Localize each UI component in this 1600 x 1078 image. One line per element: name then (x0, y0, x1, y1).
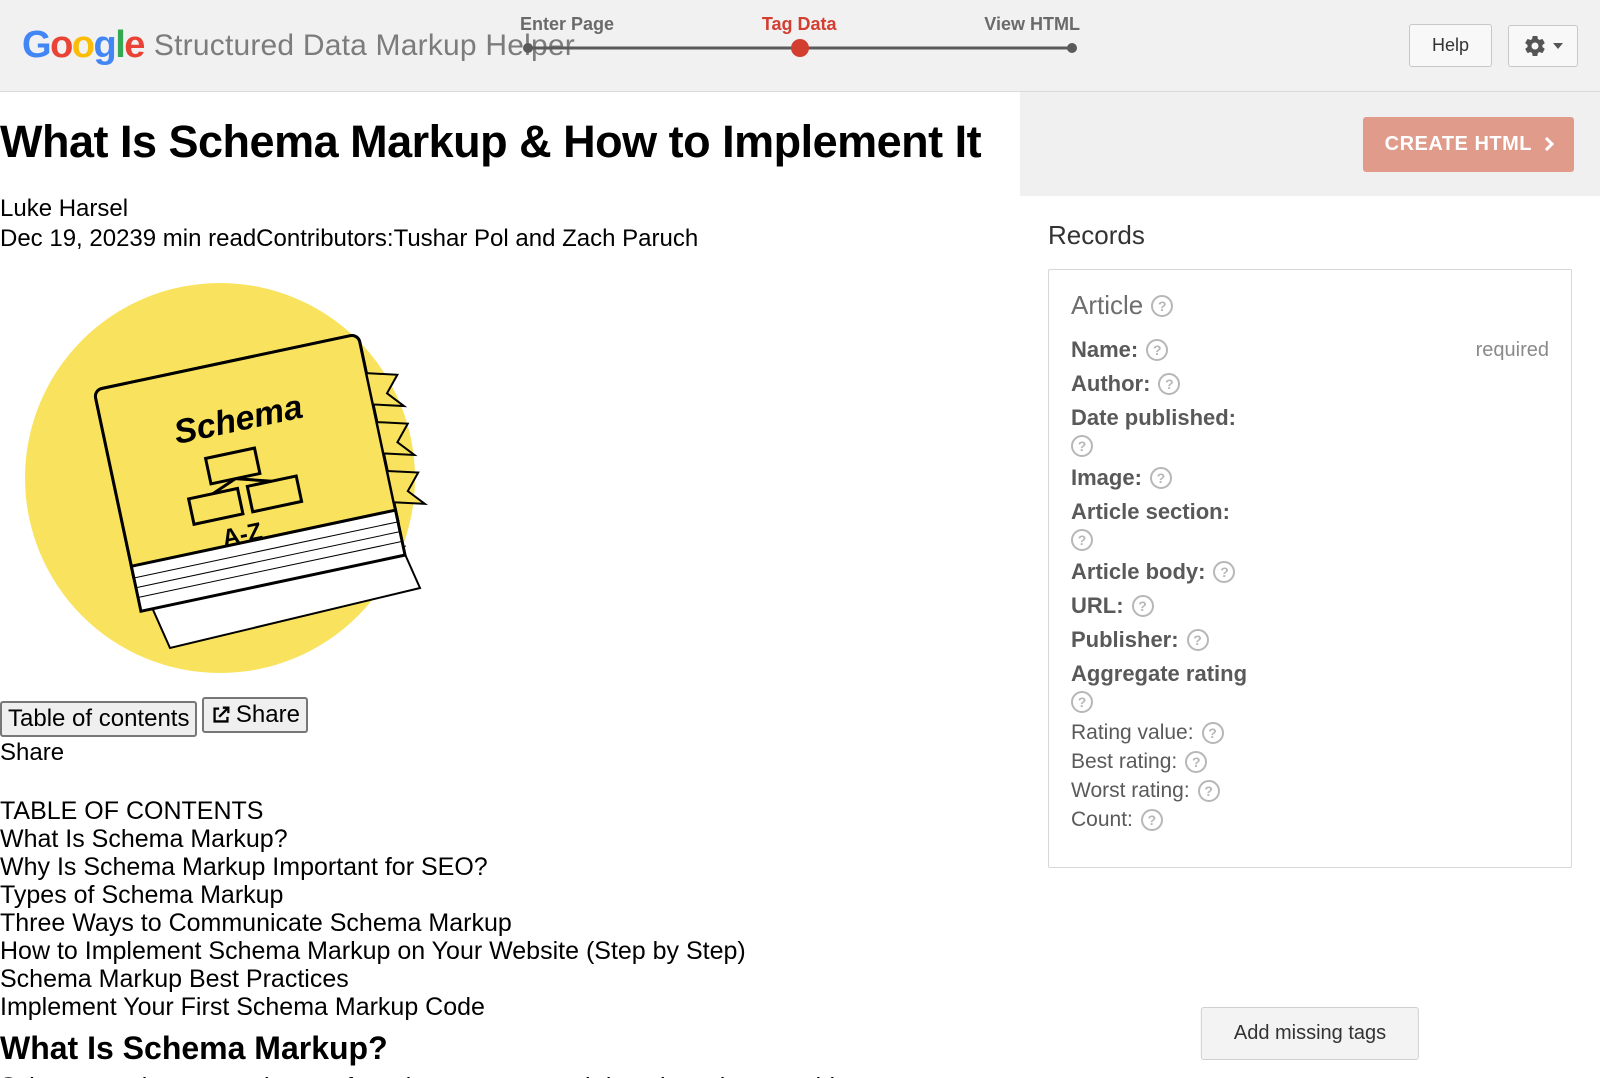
step-dot-3 (1067, 43, 1077, 53)
field-article-body[interactable]: Article body:? (1071, 559, 1549, 585)
help-icon[interactable]: ? (1158, 373, 1180, 395)
field-best-rating[interactable]: Best rating:? (1071, 750, 1549, 774)
help-icon[interactable]: ? (1198, 780, 1220, 802)
content-pane[interactable]: What Is Schema Markup & How to Implement… (0, 92, 1020, 1078)
field-worst-rating[interactable]: Worst rating:? (1071, 779, 1549, 803)
step-tag-data[interactable]: Tag Data (762, 14, 837, 35)
field-count[interactable]: Count:? (1071, 808, 1549, 832)
record-card: Article ? Name:? required Author:? Date … (1048, 269, 1572, 868)
field-author[interactable]: Author:? (1071, 371, 1549, 397)
toc-item[interactable]: How to Implement Schema Markup on Your W… (0, 937, 1020, 965)
field-rating-value[interactable]: Rating value:? (1071, 721, 1549, 745)
help-icon[interactable]: ? (1151, 295, 1173, 317)
share-icon (210, 704, 232, 726)
article-title[interactable]: What Is Schema Markup & How to Implement… (0, 116, 1020, 168)
app-header: Google Structured Data Markup Helper Ent… (0, 0, 1600, 92)
toc-item[interactable]: Implement Your First Schema Markup Code (0, 993, 1020, 1021)
toc-item[interactable]: What Is Schema Markup? (0, 825, 1020, 853)
google-logo: Google (22, 24, 144, 67)
share-button[interactable]: Share (202, 697, 308, 733)
create-html-button[interactable]: CREATE HTML (1363, 117, 1574, 172)
help-icon[interactable]: ? (1150, 467, 1172, 489)
help-icon[interactable]: ? (1071, 691, 1093, 713)
help-icon[interactable]: ? (1141, 809, 1163, 831)
article-readtime[interactable]: 9 min read (143, 225, 256, 252)
chevron-right-icon (1540, 137, 1554, 151)
help-icon[interactable]: ? (1213, 561, 1235, 583)
required-label: required (1476, 339, 1549, 362)
field-publisher[interactable]: Publisher:? (1071, 627, 1549, 653)
side-pane: CREATE HTML Records Article ? Name:? req… (1020, 92, 1600, 1078)
help-icon[interactable]: ? (1187, 629, 1209, 651)
field-name[interactable]: Name:? required (1071, 337, 1549, 363)
section-body[interactable]: Schema markup, sometimes referred to as … (0, 1073, 1020, 1078)
field-url[interactable]: URL:? (1071, 593, 1549, 619)
field-image[interactable]: Image:? (1071, 465, 1549, 491)
article-date[interactable]: Dec 19, 2023 (0, 225, 143, 252)
field-aggregate-rating[interactable]: Aggregate rating (1071, 661, 1549, 687)
toc-heading[interactable]: TABLE OF CONTENTS (0, 797, 1020, 825)
contributors[interactable]: Tushar Pol and Zach Paruch (394, 225, 699, 252)
help-button[interactable]: Help (1409, 24, 1492, 67)
add-missing-tags-button[interactable]: Add missing tags (1201, 1007, 1419, 1060)
settings-button[interactable] (1508, 25, 1578, 67)
caret-down-icon (1553, 43, 1563, 49)
toc-item[interactable]: Types of Schema Markup (0, 881, 1020, 909)
help-icon[interactable]: ? (1071, 529, 1093, 551)
app-title: Structured Data Markup Helper (154, 29, 575, 63)
field-article-section[interactable]: Article section: (1071, 499, 1549, 525)
help-icon[interactable]: ? (1071, 435, 1093, 457)
record-type: Article ? (1071, 290, 1549, 321)
gear-icon (1523, 34, 1547, 58)
step-view-html[interactable]: View HTML (984, 14, 1080, 35)
share-text[interactable]: Share (0, 739, 1020, 767)
article-meta[interactable]: Dec 19, 20239 min readContributors:Tusha… (0, 224, 1020, 254)
step-dot-2-active (791, 39, 809, 57)
field-date-published[interactable]: Date published: (1071, 405, 1549, 431)
toc-button[interactable]: Table of contents (0, 701, 197, 737)
article-author[interactable]: Luke Harsel (0, 194, 1020, 224)
help-icon[interactable]: ? (1146, 339, 1168, 361)
logo-area: Google Structured Data Markup Helper (22, 24, 575, 67)
step-dot-1 (523, 43, 533, 53)
toc-item[interactable]: Three Ways to Communicate Schema Markup (0, 909, 1020, 937)
step-enter-page[interactable]: Enter Page (520, 14, 614, 35)
hero-image[interactable]: Schema A-Z (0, 268, 1020, 693)
toc-item[interactable]: Schema Markup Best Practices (0, 965, 1020, 993)
help-icon[interactable]: ? (1185, 751, 1207, 773)
help-icon[interactable]: ? (1202, 722, 1224, 744)
records-heading: Records (1048, 220, 1572, 251)
help-icon[interactable]: ? (1132, 595, 1154, 617)
contributors-label[interactable]: Contributors: (256, 225, 393, 252)
stepper: Enter Page Tag Data View HTML (520, 14, 1080, 55)
section-heading[interactable]: What Is Schema Markup? (0, 1031, 1020, 1067)
toc-item[interactable]: Why Is Schema Markup Important for SEO? (0, 853, 1020, 881)
